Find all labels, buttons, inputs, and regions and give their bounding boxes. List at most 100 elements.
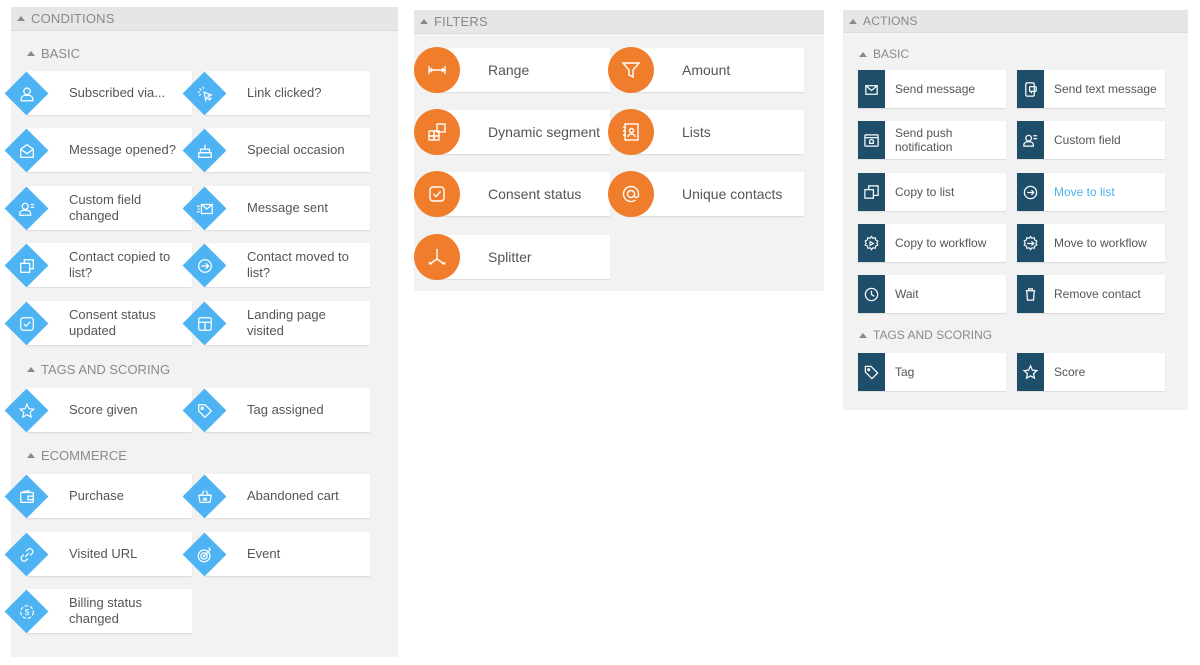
condition-visited-url[interactable]: Visited URL bbox=[4, 532, 192, 577]
conditions-section-basic[interactable]: BASIC bbox=[27, 46, 80, 61]
item-label: Purchase bbox=[69, 488, 124, 503]
action-score[interactable]: Score bbox=[1017, 353, 1165, 391]
collapse-triangle-icon bbox=[27, 367, 35, 372]
collapse-triangle-icon[interactable] bbox=[849, 18, 857, 24]
item-label: Copy to workflow bbox=[895, 236, 987, 250]
envelope-sent-icon bbox=[189, 193, 220, 224]
trash-icon bbox=[1017, 275, 1044, 313]
segment-icon bbox=[414, 109, 460, 155]
item-label: Move to list bbox=[1054, 185, 1115, 199]
item-label: Tag bbox=[895, 365, 915, 379]
copy-icon bbox=[11, 250, 42, 281]
layout-icon bbox=[189, 308, 220, 339]
item-label: Send push notification bbox=[895, 126, 953, 154]
item-label: Landing page visited bbox=[247, 307, 326, 338]
contact-book-icon bbox=[608, 109, 654, 155]
condition-abandoned-cart[interactable]: Abandoned cart bbox=[182, 474, 370, 519]
item-label: Contact copied to list? bbox=[69, 249, 171, 280]
filter-lists[interactable]: Lists bbox=[608, 109, 804, 155]
filter-range[interactable]: Range bbox=[414, 47, 610, 93]
action-copy-to-workflow[interactable]: Copy to workflow bbox=[858, 224, 1006, 262]
section-title-label: ECOMMERCE bbox=[41, 448, 127, 463]
star-icon bbox=[11, 395, 42, 426]
condition-custom-field-changed[interactable]: Custom field changed bbox=[4, 186, 192, 231]
condition-link-clicked[interactable]: Link clicked? bbox=[182, 71, 370, 116]
action-custom-field[interactable]: Custom field bbox=[1017, 121, 1165, 159]
condition-consent-status-updated[interactable]: Consent status updated bbox=[4, 301, 192, 346]
condition-purchase[interactable]: Purchase bbox=[4, 474, 192, 519]
condition-tag-assigned[interactable]: Tag assigned bbox=[182, 388, 370, 433]
move-circle-icon bbox=[189, 250, 220, 281]
condition-contact-moved[interactable]: Contact moved to list? bbox=[182, 243, 370, 288]
filter-dynamic-segment[interactable]: Dynamic segment bbox=[414, 109, 610, 155]
action-copy-to-list[interactable]: Copy to list bbox=[858, 173, 1006, 211]
conditions-title: CONDITIONS bbox=[31, 11, 115, 26]
cursor-click-icon bbox=[189, 78, 220, 109]
action-remove-contact[interactable]: Remove contact bbox=[1017, 275, 1165, 313]
filters-panel: FILTERS Range Amount Dynamic segment Lis… bbox=[414, 10, 824, 291]
action-send-text-message[interactable]: Send text message bbox=[1017, 70, 1165, 108]
condition-score-given[interactable]: Score given bbox=[4, 388, 192, 433]
filter-consent-status[interactable]: Consent status bbox=[414, 171, 610, 217]
filter-splitter[interactable]: Splitter bbox=[414, 234, 610, 280]
item-label: Send message bbox=[895, 82, 976, 96]
condition-subscribed-via[interactable]: Subscribed via... bbox=[4, 71, 192, 116]
condition-event[interactable]: Event bbox=[182, 532, 370, 577]
star-icon bbox=[1017, 353, 1044, 391]
action-move-to-list[interactable]: Move to list bbox=[1017, 173, 1165, 211]
collapse-triangle-icon[interactable] bbox=[420, 19, 428, 24]
billing-cycle-icon: $ bbox=[11, 596, 42, 627]
cake-icon bbox=[189, 135, 220, 166]
splitter-icon bbox=[414, 234, 460, 280]
item-label: Abandoned cart bbox=[247, 488, 339, 503]
actions-header[interactable]: ACTIONS bbox=[843, 10, 1188, 33]
filters-header[interactable]: FILTERS bbox=[414, 10, 824, 34]
filters-title: FILTERS bbox=[434, 14, 488, 29]
condition-message-opened[interactable]: Message opened? bbox=[4, 128, 192, 173]
item-label: Amount bbox=[682, 62, 731, 78]
collapse-triangle-icon[interactable] bbox=[17, 16, 25, 21]
section-title-label: BASIC bbox=[873, 47, 910, 61]
condition-billing-status-changed[interactable]: $ Billing status changed bbox=[4, 589, 192, 634]
actions-title: ACTIONS bbox=[863, 14, 918, 28]
action-move-to-workflow[interactable]: Move to workflow bbox=[1017, 224, 1165, 262]
action-tag[interactable]: Tag bbox=[858, 353, 1006, 391]
action-wait[interactable]: Wait bbox=[858, 275, 1006, 313]
condition-contact-copied[interactable]: Contact copied to list? bbox=[4, 243, 192, 288]
checkbox-icon bbox=[414, 171, 460, 217]
item-label: Range bbox=[488, 62, 530, 78]
item-label: Tag assigned bbox=[247, 402, 324, 417]
item-label: Splitter bbox=[488, 249, 532, 265]
item-label: Consent status updated bbox=[69, 307, 156, 338]
funnel-icon bbox=[608, 47, 654, 93]
user-field-icon bbox=[1017, 121, 1044, 159]
conditions-header[interactable]: CONDITIONS bbox=[11, 7, 398, 31]
user-icon bbox=[11, 78, 42, 109]
item-label: Message opened? bbox=[69, 142, 176, 157]
section-title-label: TAGS AND SCORING bbox=[41, 362, 171, 377]
item-label: Consent status bbox=[488, 186, 582, 202]
envelope-icon bbox=[858, 70, 885, 108]
condition-special-occasion[interactable]: Special occasion bbox=[182, 128, 370, 173]
item-label: Message sent bbox=[247, 200, 328, 215]
filter-amount[interactable]: Amount bbox=[608, 47, 804, 93]
collapse-triangle-icon bbox=[27, 51, 35, 56]
actions-section-tags[interactable]: TAGS AND SCORING bbox=[859, 328, 992, 342]
copy-icon bbox=[858, 173, 885, 211]
conditions-panel: CONDITIONS BASIC Subscribed via... Link … bbox=[4, 7, 398, 657]
item-label: Unique contacts bbox=[682, 186, 783, 202]
item-label: Move to workflow bbox=[1054, 236, 1147, 250]
item-label: Dynamic segment bbox=[488, 124, 601, 140]
actions-section-basic[interactable]: BASIC bbox=[859, 47, 909, 61]
section-title-label: TAGS AND SCORING bbox=[873, 328, 993, 342]
conditions-section-ecommerce[interactable]: ECOMMERCE bbox=[27, 448, 127, 463]
conditions-section-tags[interactable]: TAGS AND SCORING bbox=[27, 362, 170, 377]
action-send-push-notification[interactable]: Send push notification bbox=[858, 121, 1006, 159]
collapse-triangle-icon bbox=[27, 453, 35, 458]
filter-unique-contacts[interactable]: Unique contacts bbox=[608, 171, 804, 217]
move-circle-icon bbox=[1017, 173, 1044, 211]
condition-message-sent[interactable]: Message sent bbox=[182, 186, 370, 231]
action-send-message[interactable]: Send message bbox=[858, 70, 1006, 108]
condition-landing-page-visited[interactable]: Landing page visited bbox=[182, 301, 370, 346]
item-label: Remove contact bbox=[1054, 287, 1141, 301]
